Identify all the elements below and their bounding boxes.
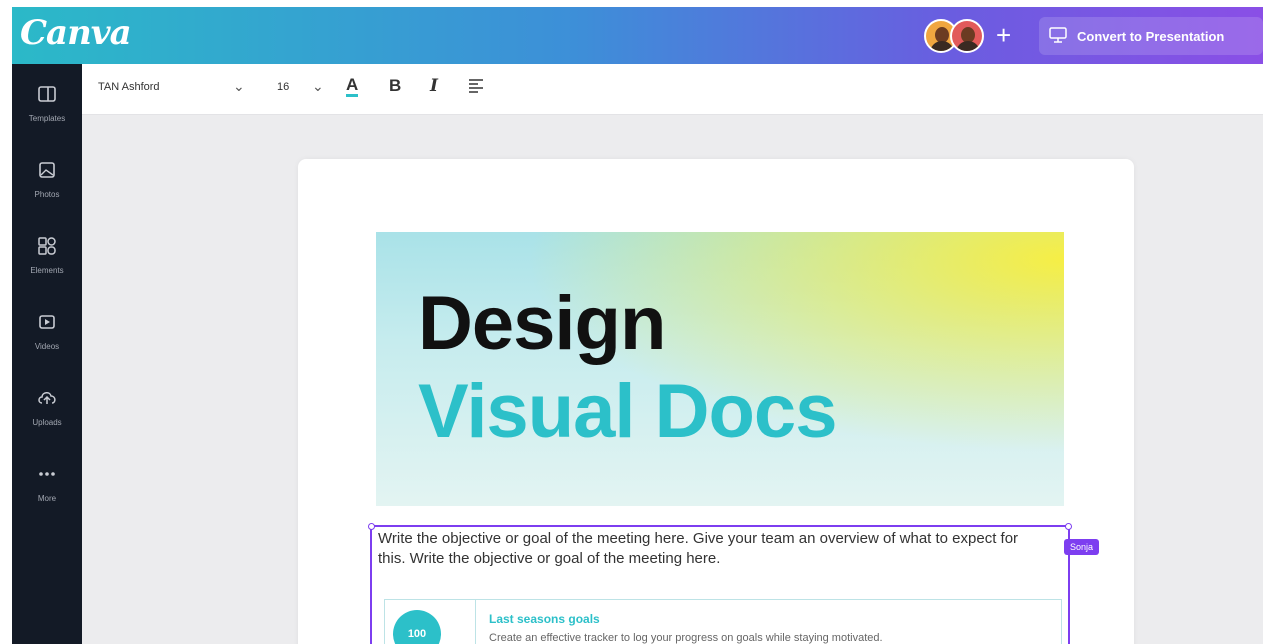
- sidebar-item-more[interactable]: More: [12, 452, 82, 512]
- templates-icon: [38, 86, 56, 102]
- photos-icon: [39, 162, 55, 178]
- more-icon: [39, 472, 55, 476]
- add-collaborator-icon[interactable]: +: [996, 20, 1011, 50]
- presentation-icon: [1049, 26, 1067, 46]
- font-family-select[interactable]: TAN Ashford: [98, 81, 160, 93]
- font-size-select[interactable]: 16: [277, 81, 289, 93]
- sidebar-item-videos[interactable]: Videos: [12, 300, 82, 360]
- hero-banner[interactable]: Design Visual Docs: [376, 232, 1064, 506]
- sidebar-item-templates[interactable]: Templates: [12, 72, 82, 132]
- left-sidebar: Templates Photos Elements Videos Uploads…: [12, 64, 82, 644]
- goals-table-row[interactable]: 100 Last seasons goals Create an effecti…: [384, 599, 1062, 644]
- sidebar-item-label: Photos: [34, 190, 60, 199]
- divider: [475, 600, 476, 644]
- canva-app: Canva + Convert to Presentation Template…: [12, 7, 1263, 644]
- bold-button[interactable]: B: [389, 76, 401, 96]
- hero-subtitle[interactable]: Visual Docs: [418, 372, 837, 452]
- chevron-down-icon[interactable]: ⌄: [312, 78, 324, 95]
- convert-label: Convert to Presentation: [1077, 28, 1225, 44]
- goals-title[interactable]: Last seasons goals: [489, 612, 600, 626]
- collaborator-cursor-tag: Sonja: [1064, 539, 1100, 555]
- goals-badge: 100: [393, 610, 441, 644]
- sidebar-item-label: Elements: [30, 266, 64, 275]
- sidebar-item-label: Videos: [34, 342, 60, 351]
- sidebar-item-photos[interactable]: Photos: [12, 148, 82, 208]
- uploads-icon: [38, 392, 56, 404]
- document-page: Design Visual Docs Write the objective o…: [298, 159, 1134, 644]
- canva-logo[interactable]: Canva: [20, 13, 132, 53]
- resize-handle[interactable]: [1065, 523, 1072, 530]
- text-color-button[interactable]: A: [346, 76, 359, 97]
- videos-icon: [39, 315, 55, 329]
- objective-text[interactable]: Write the objective or goal of the meeti…: [378, 529, 1048, 569]
- hero-title[interactable]: Design: [418, 284, 666, 364]
- chevron-down-icon[interactable]: ⌄: [233, 78, 245, 95]
- align-icon[interactable]: [468, 78, 484, 98]
- elements-icon: [38, 237, 56, 255]
- italic-button[interactable]: I: [430, 76, 438, 96]
- resize-handle[interactable]: [368, 523, 375, 530]
- sidebar-item-label: Templates: [28, 114, 66, 123]
- sidebar-item-uploads[interactable]: Uploads: [12, 376, 82, 436]
- sidebar-item-label: More: [37, 494, 57, 503]
- avatar[interactable]: [950, 19, 984, 53]
- goals-text[interactable]: Create an effective tracker to log your …: [489, 632, 883, 644]
- sidebar-item-label: Uploads: [32, 418, 62, 427]
- sidebar-item-elements[interactable]: Elements: [12, 224, 82, 284]
- text-toolbar: TAN Ashford ⌄ 16 ⌄ A B I: [82, 64, 1263, 115]
- top-bar: Canva + Convert to Presentation: [12, 7, 1263, 64]
- convert-to-presentation-button[interactable]: Convert to Presentation: [1039, 17, 1263, 55]
